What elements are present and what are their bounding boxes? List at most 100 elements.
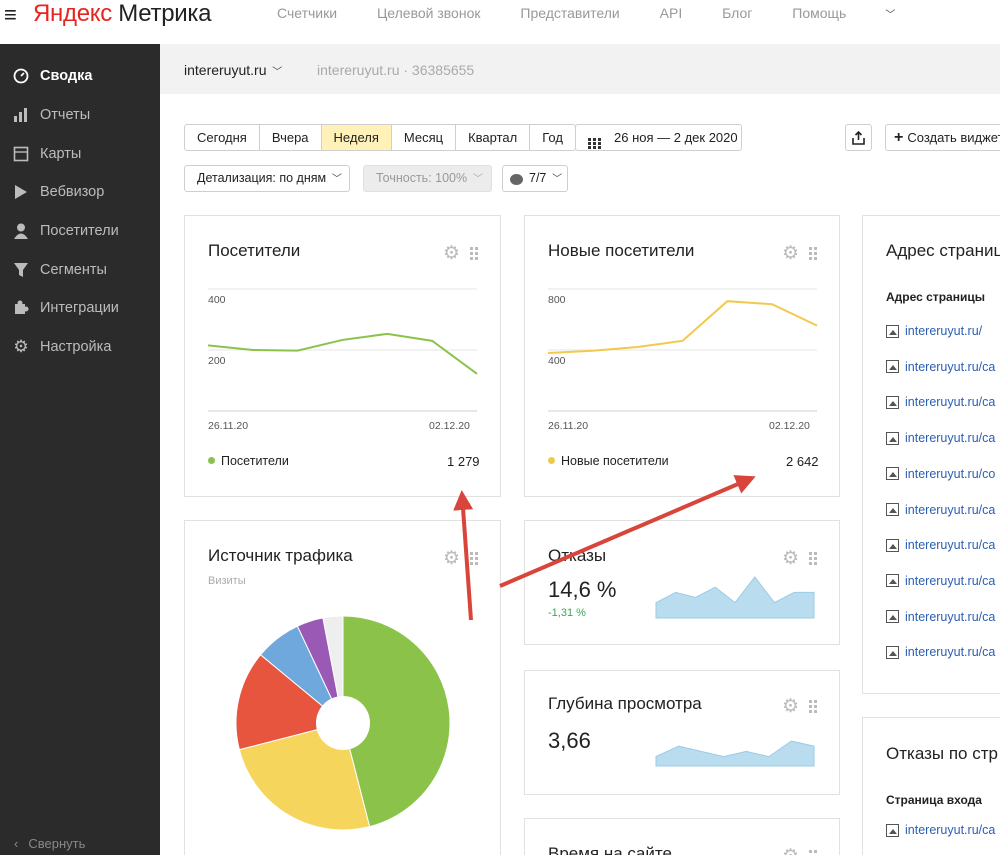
- create-widget-button[interactable]: + Создать виджет: [885, 124, 1000, 151]
- series-line: [207, 332, 478, 375]
- page-url: intereruyut.ru/co: [905, 466, 996, 481]
- nav-counters[interactable]: Счетчики: [277, 5, 337, 21]
- sidebar-item-webvisor[interactable]: Вебвизор: [10, 180, 104, 204]
- counter-selector[interactable]: intereruyut.ru ﹀: [184, 62, 282, 78]
- counter-bar: intereruyut.ru ﹀ intereruyut.ru · 363856…: [160, 44, 1000, 94]
- depth-area-chart: [655, 740, 815, 767]
- bounces-area-chart: [655, 576, 815, 619]
- sidebar-item-label: Посетители: [40, 223, 119, 239]
- chevron-down-icon: ﹀: [470, 174, 483, 185]
- traffic-pie-chart: [235, 615, 451, 831]
- nav-help[interactable]: Помощь ﹀: [792, 5, 931, 21]
- period-week[interactable]: Неделя: [321, 125, 392, 150]
- filter-icon: [10, 263, 32, 277]
- list-item[interactable]: intereruyut.ru/ca: [886, 645, 995, 659]
- list-item[interactable]: intereruyut.ru/ca: [886, 360, 995, 374]
- collapse-label: Свернуть: [28, 836, 86, 851]
- favicon-icon: [886, 395, 899, 409]
- nav-api[interactable]: API: [660, 5, 683, 21]
- sparkline-area: [655, 576, 815, 619]
- list-item[interactable]: intereruyut.ru/ca: [886, 610, 995, 624]
- favicon-icon: [886, 324, 899, 338]
- period-selector: Сегодня Вчера Неделя Месяц Квартал Год: [184, 124, 576, 151]
- list-item[interactable]: intereruyut.ru/ca: [886, 395, 995, 409]
- legend-new-visitors[interactable]: Новые посетители: [548, 454, 669, 468]
- favicon-icon: [886, 503, 899, 516]
- favicon-icon: [886, 360, 899, 374]
- detail-label: Детализация: по дням: [197, 171, 327, 185]
- segments-select[interactable]: 7/7 ﹀: [502, 165, 568, 192]
- legend-visitors[interactable]: Посетители: [208, 454, 289, 468]
- date-range-label: 26 ноя — 2 дек 2020: [614, 130, 738, 145]
- widget-page-addresses: Адрес страницы Адрес страницы intereruyu…: [862, 215, 1000, 694]
- period-today[interactable]: Сегодня: [185, 125, 260, 150]
- sidebar-item-visitors[interactable]: Посетители: [10, 219, 119, 243]
- sidebar-item-label: Сегменты: [40, 262, 107, 278]
- chevron-down-icon: ﹀: [549, 174, 563, 185]
- puzzle-icon: [10, 300, 32, 316]
- period-quarter[interactable]: Квартал: [456, 125, 531, 150]
- x-tick-label: 26.11.20: [208, 420, 249, 432]
- column-header: Адрес страницы: [886, 290, 985, 304]
- sidebar-item-label: Отчеты: [40, 107, 91, 123]
- y-tick-label: 200: [208, 355, 226, 367]
- widget-bounces-by-page: Отказы по стр Страница входа intereruyut…: [862, 717, 1000, 855]
- list-item[interactable]: intereruyut.ru/co: [886, 467, 995, 481]
- nav-target-call[interactable]: Целевой звонок: [377, 5, 481, 21]
- list-item[interactable]: intereruyut.ru/ca: [886, 538, 995, 552]
- widget-time-on-site: Время на сайте ⚙: [524, 818, 840, 855]
- detail-select[interactable]: Детализация: по дням ﹀: [184, 165, 350, 192]
- sidebar-item-segments[interactable]: Сегменты: [10, 258, 107, 282]
- sidebar-item-maps[interactable]: Карты: [10, 142, 81, 166]
- period-year[interactable]: Год: [530, 125, 575, 150]
- sidebar-item-label: Вебвизор: [40, 184, 105, 200]
- sidebar-item-settings[interactable]: ⚙ Настройка: [10, 335, 111, 359]
- list-item[interactable]: intereruyut.ru/ca: [886, 431, 995, 445]
- list-item[interactable]: intereruyut.ru/ca: [886, 503, 995, 517]
- widget-title: Адрес страницы: [886, 241, 1000, 260]
- comment-icon: [510, 174, 523, 185]
- x-tick-label: 26.11.20: [548, 420, 589, 432]
- page-url: intereruyut.ru/ca: [905, 502, 996, 517]
- logo[interactable]: Яндекс Метрика: [33, 0, 211, 28]
- total-value: 1 279: [447, 454, 480, 469]
- gear-icon[interactable]: ⚙: [782, 845, 799, 855]
- x-tick-label: 02.12.20: [429, 420, 470, 432]
- segments-label: 7/7: [529, 171, 547, 185]
- widget-title: Отказы по стр: [886, 744, 998, 763]
- page-url: intereruyut.ru/: [905, 324, 983, 338]
- favicon-icon: [886, 467, 899, 481]
- widget-traffic-source: Источник трафика Визиты ⚙: [184, 520, 501, 855]
- sidebar-item-summary[interactable]: Сводка: [10, 64, 92, 88]
- chevron-down-icon: ﹀: [885, 10, 896, 21]
- export-button[interactable]: [845, 124, 872, 151]
- legend-dot: [548, 457, 555, 464]
- chevron-down-icon: ﹀: [329, 174, 342, 185]
- widget-visitors: Посетители ⚙ 400 200 26.11.20 02.12.20 П…: [184, 215, 501, 497]
- widget-title: Время на сайте: [548, 844, 672, 855]
- nav-representatives[interactable]: Представители: [520, 5, 619, 21]
- bar-chart-icon: [10, 108, 32, 122]
- top-bar: ≡ Яндекс Метрика Счетчики Целевой звонок…: [0, 0, 1000, 44]
- nav-blog[interactable]: Блог: [722, 5, 752, 21]
- accuracy-select[interactable]: Точность: 100% ﹀: [363, 165, 492, 192]
- gear-icon: ⚙: [13, 337, 29, 356]
- logo-ya: Яндекс: [33, 0, 112, 27]
- period-month[interactable]: Месяц: [392, 125, 457, 150]
- sidebar-item-reports[interactable]: Отчеты: [10, 103, 90, 127]
- collapse-button[interactable]: ‹ Свернуть: [14, 836, 85, 851]
- list-item[interactable]: intereruyut.ru/ca: [886, 823, 995, 837]
- hamburger-icon[interactable]: ≡: [4, 2, 17, 28]
- map-icon: [10, 146, 32, 162]
- x-tick-label: 02.12.20: [769, 420, 810, 432]
- top-nav: Счетчики Целевой звонок Представители AP…: [277, 5, 967, 21]
- nav-help-label: Помощь: [792, 5, 847, 21]
- date-range-button[interactable]: 26 ноя — 2 дек 2020: [575, 124, 742, 151]
- period-yesterday[interactable]: Вчера: [260, 125, 322, 150]
- favicon-icon: [886, 823, 899, 837]
- favicon-icon: [886, 645, 899, 659]
- drag-handle-icon[interactable]: [809, 850, 817, 855]
- list-item[interactable]: intereruyut.ru/ca: [886, 574, 995, 588]
- sidebar-item-integrations[interactable]: Интеграции: [10, 296, 119, 320]
- list-item[interactable]: intereruyut.ru/: [886, 324, 982, 338]
